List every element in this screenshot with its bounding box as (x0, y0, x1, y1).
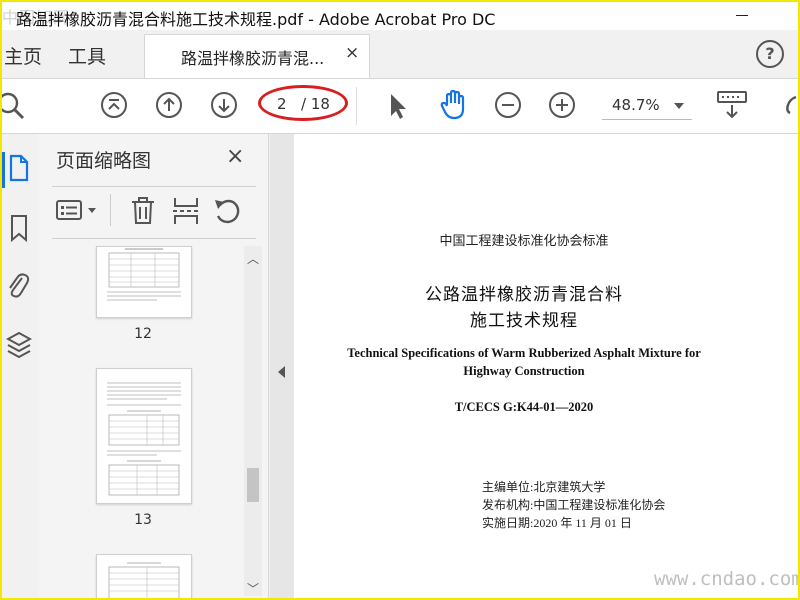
menu-bar: 主页 工具 路温拌橡胶沥青混... × ? (2, 30, 798, 79)
trash-icon[interactable] (130, 196, 156, 226)
insert-page-icon[interactable] (172, 196, 200, 226)
document-english-title-line1: Technical Specifications of Warm Rubberi… (347, 346, 701, 360)
bookmark-icon[interactable] (8, 214, 30, 244)
select-tool-icon[interactable] (386, 91, 410, 121)
thumbnail-scrollbar[interactable]: ︿ ﹀ (244, 246, 262, 596)
document-tab[interactable]: 路温拌橡胶沥青混... × (144, 34, 370, 78)
zoom-out-icon[interactable] (494, 91, 522, 119)
page-thumbnail-12[interactable] (96, 246, 192, 318)
scrollbar-thumb[interactable] (247, 468, 259, 502)
first-page-icon[interactable] (100, 91, 128, 119)
chevron-down-icon (674, 103, 684, 109)
watermark-bottom-right: www.cndao.com (654, 568, 800, 590)
tab-tools[interactable]: 工具 (68, 42, 106, 69)
navigation-rail (2, 134, 39, 598)
page-thumbnail-13[interactable] (96, 368, 192, 504)
help-button[interactable]: ? (756, 40, 784, 68)
toolbar-divider (356, 87, 357, 125)
document-publisher: 发布机构:中国工程建设标准化协会 (482, 498, 666, 512)
toolbar: 2 / 18 48.7% (0, 79, 800, 134)
document-code: T/CECS G:K44-01—2020 (454, 400, 594, 414)
window-title: 路温拌橡胶沥青混合料施工技术规程.pdf - Adobe Acrobat Pro… (16, 10, 496, 29)
hand-tool-icon[interactable] (438, 89, 470, 121)
document-page[interactable]: 中国工程建设标准化协会标准 公路温拌橡胶沥青混合料 施工技术规程 Technic… (294, 134, 798, 598)
page-thumbnails-icon[interactable] (8, 154, 30, 182)
document-org: 中国工程建设标准化协会标准 (439, 234, 609, 249)
link-icon[interactable] (782, 93, 800, 119)
rotate-icon[interactable] (212, 196, 242, 226)
title-bar: 中国知网 路温拌橡胶沥青混合料施工技术规程.pdf - Adobe Acroba… (2, 2, 798, 30)
panel-title: 页面缩略图 (56, 150, 152, 172)
search-icon[interactable] (0, 91, 26, 121)
page-thumbnails-panel: 页面缩略图 × 12 13 ︿ ﹀ (38, 134, 269, 600)
document-title-line1: 公路温拌橡胶沥青混合料 (425, 285, 623, 305)
scroll-down-icon[interactable]: ﹀ (247, 580, 259, 597)
panel-divider (52, 238, 256, 239)
close-panel-button[interactable]: × (226, 144, 244, 169)
collapse-arrow-icon[interactable] (278, 366, 285, 378)
thumbnail-page-number: 13 (134, 512, 152, 528)
close-tab-button[interactable]: × (345, 43, 359, 63)
zoom-in-icon[interactable] (548, 91, 576, 119)
document-title-line2: 施工技术规程 (470, 311, 578, 331)
tab-home[interactable]: 主页 (4, 42, 42, 69)
layers-icon[interactable] (6, 330, 32, 360)
document-english-title-line2: Highway Construction (463, 364, 585, 378)
zoom-value: 48.7% (612, 96, 660, 114)
thumbnail-options-icon[interactable] (56, 198, 100, 224)
keyboard-icon[interactable] (716, 89, 748, 121)
scroll-up-icon[interactable]: ︿ (247, 250, 259, 267)
collapse-panel-strip[interactable] (270, 134, 294, 598)
next-page-icon[interactable] (210, 91, 238, 119)
page-thumbnail-14[interactable] (96, 554, 192, 600)
document-effective-date: 实施日期:2020 年 11 月 01 日 (482, 516, 632, 530)
red-highlight-ellipse (258, 85, 348, 121)
zoom-dropdown[interactable]: 48.7% (602, 93, 692, 120)
panel-divider (52, 186, 256, 187)
thumbnail-page-number: 12 (134, 326, 152, 342)
panel-toolbar-divider (110, 194, 111, 226)
document-tab-label: 路温拌橡胶沥青混... (181, 49, 325, 68)
previous-page-icon[interactable] (155, 91, 183, 119)
minimize-button[interactable] (736, 15, 748, 16)
document-editor: 主编单位:北京建筑大学 (482, 480, 606, 494)
active-indicator (2, 152, 5, 188)
attachment-icon[interactable] (6, 270, 30, 300)
